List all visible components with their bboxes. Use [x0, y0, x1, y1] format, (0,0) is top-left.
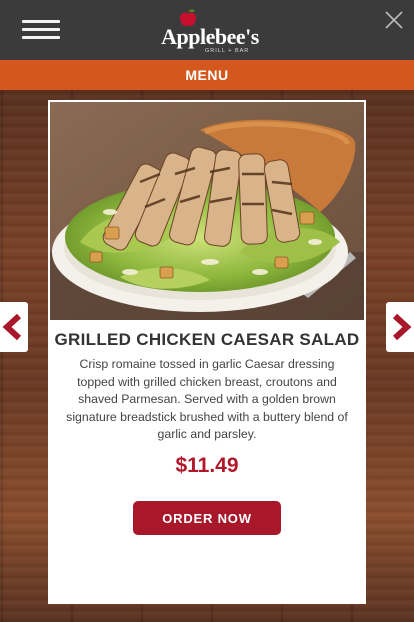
- next-item-button[interactable]: [386, 302, 414, 352]
- brand-name: Applebee's: [161, 24, 259, 49]
- chevron-right-icon: [392, 313, 412, 341]
- order-now-button[interactable]: ORDER NOW: [133, 501, 281, 535]
- item-description: Crisp romaine tossed in garlic Caesar dr…: [66, 357, 348, 441]
- app-header: Applebee's GRILL + BAR: [0, 0, 414, 60]
- brand-logo[interactable]: Applebee's GRILL + BAR: [150, 6, 270, 56]
- salad-photo: [50, 102, 364, 320]
- item-price: $11.49: [175, 454, 239, 477]
- hamburger-menu-icon[interactable]: [22, 20, 60, 40]
- chevron-left-icon: [2, 313, 22, 341]
- brand-subtitle: GRILL + BAR: [205, 48, 250, 54]
- item-title: GRILLED CHICKEN CAESAR SALAD: [54, 330, 360, 349]
- previous-item-button[interactable]: [0, 302, 28, 352]
- menu-bar[interactable]: MENU: [0, 60, 414, 90]
- menu-item-card: GRILLED CHICKEN CAESAR SALAD Crisp romai…: [48, 100, 366, 604]
- close-icon[interactable]: [383, 9, 405, 31]
